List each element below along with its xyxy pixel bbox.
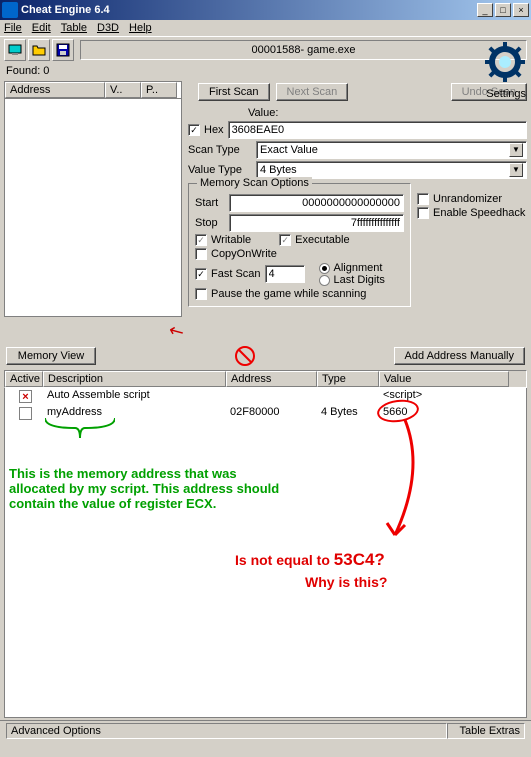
addresslist[interactable]: × Auto Assemble script <script> myAddres…: [4, 388, 527, 718]
results-header: Address V.. P..: [4, 81, 182, 99]
brace-icon: [45, 418, 115, 442]
process-name: 00001588- game.exe: [80, 40, 527, 60]
settings-gear-icon[interactable]: [485, 42, 525, 82]
active-checkbox[interactable]: [19, 407, 32, 420]
col-active[interactable]: Active: [5, 371, 43, 387]
alignment-label: Alignment: [334, 262, 383, 274]
fastscan-checkbox[interactable]: ✓: [195, 268, 207, 280]
speedhack-label: Enable Speedhack: [433, 207, 525, 219]
copyonwrite-checkbox[interactable]: [195, 248, 207, 260]
stop-label: Stop: [195, 217, 225, 229]
value-input[interactable]: [228, 121, 527, 139]
first-scan-button[interactable]: First Scan: [198, 83, 270, 101]
statusbar: Advanced Options Table Extras: [0, 720, 531, 741]
col-addr[interactable]: Address: [226, 371, 317, 387]
table-row[interactable]: × Auto Assemble script <script>: [5, 388, 526, 405]
col-prev[interactable]: P..: [141, 82, 177, 98]
table-extras-button[interactable]: Table Extras: [447, 723, 525, 739]
hex-label: Hex: [204, 124, 224, 136]
col-value[interactable]: V..: [105, 82, 141, 98]
stop-input[interactable]: [229, 214, 404, 232]
close-button[interactable]: ×: [513, 3, 529, 17]
found-label: Found: 0: [0, 63, 531, 79]
memory-view-button[interactable]: Memory View: [6, 347, 96, 365]
cell-desc[interactable]: Auto Assemble script: [43, 388, 226, 405]
menu-file[interactable]: File: [4, 22, 22, 34]
floppy-icon: [55, 42, 71, 58]
red-arrow-icon: [385, 420, 435, 550]
results-list[interactable]: [4, 99, 182, 317]
computer-icon: [7, 42, 23, 58]
col-value[interactable]: Value: [379, 371, 509, 387]
col-type[interactable]: Type: [317, 371, 379, 387]
pause-checkbox[interactable]: [195, 288, 207, 300]
folder-icon: [31, 42, 47, 58]
menu-edit[interactable]: Edit: [32, 22, 51, 34]
maximize-button[interactable]: □: [495, 3, 511, 17]
next-scan-button: Next Scan: [276, 83, 349, 101]
lastdigits-radio[interactable]: [319, 275, 330, 286]
menubar: File Edit Table D3D Help: [0, 20, 531, 37]
cell-type[interactable]: [317, 388, 379, 405]
executable-checkbox[interactable]: ✓: [279, 234, 291, 246]
value-label: Value:: [188, 107, 527, 119]
chevron-down-icon: ▼: [509, 163, 523, 177]
start-input[interactable]: [229, 194, 404, 212]
alignment-radio[interactable]: [319, 263, 330, 274]
memopt-legend: Memory Scan Options: [197, 177, 312, 189]
memory-scan-options: Memory Scan Options Start Stop ✓ Writabl…: [188, 183, 411, 307]
scan-type-combo[interactable]: Exact Value ▼: [256, 141, 527, 159]
scan-type-value: Exact Value: [260, 144, 318, 156]
chevron-down-icon: ▼: [509, 143, 523, 157]
minimize-button[interactable]: _: [477, 3, 493, 17]
fastscan-input[interactable]: [265, 265, 305, 283]
writable-label: Writable: [211, 234, 251, 246]
open-process-button[interactable]: [4, 39, 26, 61]
addresslist-header: Active Description Address Type Value: [4, 370, 527, 388]
app-icon: [2, 2, 18, 18]
start-label: Start: [195, 197, 225, 209]
lastdigits-label: Last Digits: [334, 274, 385, 286]
writable-checkbox[interactable]: ✓: [195, 234, 207, 246]
copyonwrite-label: CopyOnWrite: [211, 248, 277, 260]
value-type-label: Value Type: [188, 164, 252, 176]
scan-type-label: Scan Type: [188, 144, 252, 156]
cell-addr[interactable]: 02F80000: [226, 405, 317, 425]
menu-help[interactable]: Help: [129, 22, 152, 34]
col-description[interactable]: Description: [43, 371, 226, 387]
unrandomizer-checkbox[interactable]: [417, 193, 429, 205]
open-file-button[interactable]: [28, 39, 50, 61]
settings-label: Settings: [486, 88, 526, 100]
window-title: Cheat Engine 6.4: [21, 4, 475, 16]
save-button[interactable]: [52, 39, 74, 61]
menu-d3d[interactable]: D3D: [97, 22, 119, 34]
col-address[interactable]: Address: [5, 82, 105, 98]
hex-checkbox[interactable]: ✓: [188, 124, 200, 136]
menu-table[interactable]: Table: [61, 22, 87, 34]
stop-icon[interactable]: [235, 346, 255, 366]
executable-label: Executable: [295, 234, 349, 246]
titlebar: Cheat Engine 6.4 _ □ ×: [0, 0, 531, 20]
green-annotation: This is the memory address that was allo…: [9, 466, 279, 511]
cell-type[interactable]: 4 Bytes: [317, 405, 379, 425]
advanced-options-button[interactable]: Advanced Options: [6, 723, 447, 739]
fastscan-label: Fast Scan: [211, 268, 261, 280]
speedhack-checkbox[interactable]: [417, 207, 429, 219]
value-type-value: 4 Bytes: [260, 164, 297, 176]
toolbar: 00001588- game.exe: [0, 37, 531, 63]
pause-label: Pause the game while scanning: [211, 288, 366, 300]
results-pane: Address V.. P..: [4, 81, 182, 317]
active-checkbox[interactable]: ×: [19, 390, 32, 403]
cursor-icon[interactable]: ↖: [165, 319, 189, 345]
add-address-manually-button[interactable]: Add Address Manually: [394, 347, 525, 365]
red-annotation-2: Why is this?: [305, 574, 387, 590]
cell-addr[interactable]: [226, 388, 317, 405]
scan-pane: First Scan Next Scan Undo Scan Value: ✓ …: [188, 81, 527, 317]
red-annotation-1: Is not equal to 53C4?: [235, 550, 385, 570]
unrandomizer-label: Unrandomizer: [433, 193, 502, 205]
